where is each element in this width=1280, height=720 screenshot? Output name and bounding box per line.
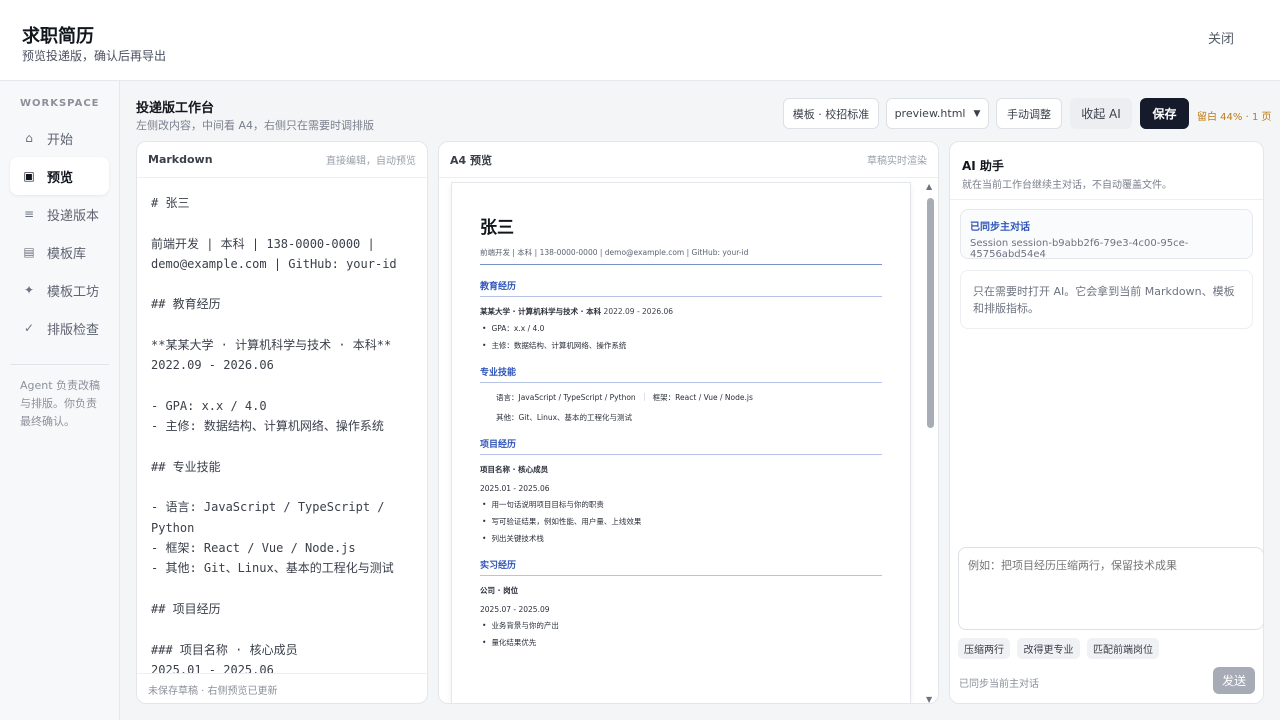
markdown-panel-hint: 直接编辑，自动预览 <box>326 156 416 167</box>
sidebar-item-template-workshop[interactable]: ✦ 模板工坊 <box>10 271 109 309</box>
margin-info: 留白 44% · 1 页 <box>1197 112 1272 123</box>
resume-education-line: 某某大学 · 计算机科学与技术 · 本科 2022.09 - 2026.06 <box>480 306 882 317</box>
chip-compress[interactable]: 压缩两行 <box>958 638 1010 659</box>
resume-intern-dates: 2025.07 - 2025.09 <box>480 605 550 614</box>
ai-sync-status: 已同步当前主对话 <box>959 679 1039 690</box>
home-icon: ⌂ <box>25 131 33 145</box>
resume-page: 张三 前端开发 | 本科 | 138-0000-0000 | demo@exam… <box>451 182 911 703</box>
sidebar-item-preview[interactable]: ▣ 预览 <box>10 157 109 195</box>
manual-adjust-button[interactable]: 手动调整 <box>996 98 1062 129</box>
sidebar-item-versions[interactable]: ≡ 投递版本 <box>10 195 109 233</box>
template-button[interactable]: 模板 · 校招标准 <box>783 98 879 129</box>
top-header: 求职简历 预览投递版，确认后再导出 关闭 <box>0 0 1280 81</box>
sidebar-item-label: 开始 <box>47 132 74 148</box>
workbench-title: 投递版工作台 <box>136 101 215 116</box>
resume-intern-title: 公司 · 岗位 <box>480 586 519 595</box>
workspace-label: WORKSPACE <box>20 98 100 109</box>
markdown-panel: Markdown 直接编辑，自动预览 # 张三 前端开发 | 本科 | 138-… <box>136 141 428 704</box>
library-icon: ▤ <box>23 245 35 259</box>
scrollbar-thumb[interactable] <box>927 198 934 428</box>
chip-professional[interactable]: 改得更专业 <box>1017 638 1080 659</box>
resume-project-title: 项目名称 · 核心成员 <box>480 465 549 474</box>
resume-section-projects: 项目经历 <box>480 437 882 455</box>
sidebar-divider <box>10 364 109 365</box>
resume-contact: 前端开发 | 本科 | 138-0000-0000 | demo@example… <box>480 247 882 265</box>
scroll-up-arrow-icon[interactable]: ▲ <box>926 182 932 191</box>
app-subtitle: 预览投递版，确认后再导出 <box>22 49 167 63</box>
markdown-editor[interactable]: # 张三 前端开发 | 本科 | 138-0000-0000 | demo@ex… <box>137 178 427 674</box>
preview-panel-hint: 草稿实时渲染 <box>867 156 927 167</box>
check-icon: ✓ <box>23 321 35 335</box>
sidebar-item-label: 投递版本 <box>47 208 100 224</box>
resume-section-internship: 实习经历 <box>480 558 882 576</box>
sidebar-item-label: 预览 <box>47 170 74 186</box>
close-button[interactable]: 关闭 <box>1208 28 1234 47</box>
resume-education-dates: 2022.09 - 2026.06 <box>603 307 674 316</box>
resume-skill-framework: 框架：React / Vue / Node.js <box>652 393 753 402</box>
list-item: 写可验证结果，例如性能、用户量、上线效果 <box>480 516 882 527</box>
markdown-status: 未保存草稿 · 右侧预览已更新 <box>137 673 427 703</box>
sidebar-item-label: 排版检查 <box>47 322 100 338</box>
file-select[interactable]: preview.html ▼ <box>886 98 989 129</box>
preview-panel-title: A4 预览 <box>450 153 492 167</box>
markdown-panel-header: Markdown 直接编辑，自动预览 <box>137 142 427 178</box>
ai-prompt-input[interactable] <box>958 547 1263 630</box>
workbench-subtitle: 左侧改内容，中间看 A4，右侧只在需要时调排版 <box>136 119 375 132</box>
preview-icon: ▣ <box>23 169 35 183</box>
list-item: GPA：x.x / 4.0 <box>480 323 882 334</box>
session-id: Session session-b9abb2f6-79e3-4c00-95ce-… <box>970 238 1189 260</box>
resume-skill-lang: 语言：JavaScript / TypeScript / Python <box>496 393 636 402</box>
resume-name: 张三 <box>480 218 514 238</box>
save-button[interactable]: 保存 <box>1140 98 1189 129</box>
list-item: 列出关键技术栈 <box>480 533 882 544</box>
sidebar-item-label: 模板库 <box>47 246 87 262</box>
preview-scrollbar[interactable]: ▲ ▼ <box>925 182 935 703</box>
file-select-value: preview.html <box>894 107 966 120</box>
ai-panel-divider <box>950 199 1263 200</box>
send-button[interactable]: 发送 <box>1213 667 1255 694</box>
resume-section-education: 教育经历 <box>480 279 882 297</box>
sidebar-item-start[interactable]: ⌂ 开始 <box>10 119 109 157</box>
a4-preview-area: 张三 前端开发 | 本科 | 138-0000-0000 | demo@exam… <box>439 178 938 703</box>
list-item: 业务背景与你的产出 <box>480 620 882 631</box>
resume-section-skills: 专业技能 <box>480 365 882 383</box>
sync-status-title: 已同步主对话 <box>970 222 1030 233</box>
sidebar-item-template-library[interactable]: ▤ 模板库 <box>10 233 109 271</box>
sparkle-icon: ✦ <box>23 283 35 297</box>
sidebar-item-layout-check[interactable]: ✓ 排版检查 <box>10 309 109 347</box>
resume-education-school: 某某大学 · 计算机科学与技术 · 本科 <box>480 307 602 316</box>
skill-separator <box>643 393 645 401</box>
app-title: 求职简历 <box>22 26 94 47</box>
list-item: 量化结果优先 <box>480 637 882 648</box>
list-icon: ≡ <box>23 207 35 221</box>
ai-panel-title: AI 助手 <box>962 159 1004 173</box>
list-item: 主修：数据结构、计算机网络、操作系统 <box>480 340 882 351</box>
a4-preview-panel: A4 预览 草稿实时渲染 张三 前端开发 | 本科 | 138-0000-000… <box>438 141 939 704</box>
chevron-down-icon: ▼ <box>973 108 981 119</box>
resume-skill-row: 语言：JavaScript / TypeScript / Python 框架：Re… <box>480 392 882 403</box>
list-item: 用一句话说明项目目标与你的职责 <box>480 499 882 510</box>
markdown-panel-title: Markdown <box>148 153 213 166</box>
sidebar-note: Agent 负责改稿与排版。你负责最终确认。 <box>20 379 101 428</box>
preview-panel-header: A4 预览 草稿实时渲染 <box>439 142 938 178</box>
ai-panel-subtitle: 就在当前工作台继续主对话，不自动覆盖文件。 <box>962 180 1172 191</box>
chip-match-frontend[interactable]: 匹配前端岗位 <box>1087 638 1159 659</box>
ai-assistant-panel: AI 助手 就在当前工作台继续主对话，不自动覆盖文件。 已同步主对话 Sessi… <box>949 141 1264 704</box>
ai-message: 只在需要时打开 AI。它会拿到当前 Markdown、模板和排版指标。 <box>960 270 1253 329</box>
session-sync-card: 已同步主对话 Session session-b9abb2f6-79e3-4c0… <box>960 209 1253 260</box>
scroll-down-arrow-icon[interactable]: ▼ <box>926 695 932 703</box>
collapse-ai-button[interactable]: 收起 AI <box>1070 98 1132 129</box>
resume-project-dates: 2025.01 - 2025.06 <box>480 484 550 493</box>
sidebar: WORKSPACE ⌂ 开始 ▣ 预览 ≡ 投递版本 ▤ 模板库 ✦ 模板工坊 … <box>0 81 120 720</box>
resume-skill-other: 其他：Git、Linux、基本的工程化与测试 <box>496 413 633 422</box>
sidebar-item-label: 模板工坊 <box>47 284 100 300</box>
